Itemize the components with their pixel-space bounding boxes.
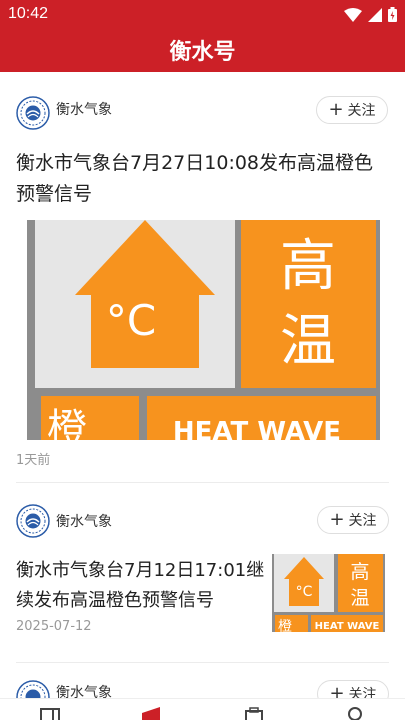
heat-warning-graphic: °C 高 温 橙 HEAT WAVE — [272, 554, 385, 632]
author-avatar[interactable] — [16, 680, 50, 700]
char-wen: 温 — [280, 309, 336, 374]
char-wen: 温 — [350, 587, 369, 609]
battery-icon — [388, 7, 397, 22]
publish-date: 2025-07-12 — [16, 619, 92, 634]
follow-button[interactable]: + 关注 — [316, 96, 388, 124]
char-gao: 高 — [280, 234, 336, 299]
status-time: 10:42 — [8, 5, 49, 22]
status-bar: 10:42 — [0, 0, 405, 30]
char-cheng: 橙 — [47, 406, 87, 440]
feed-card[interactable]: 衡水气象 + 关注 衡水市气象台7月12日17:01继续发布高温橙色预警信号 2… — [0, 484, 405, 664]
celsius-text: °C — [106, 296, 156, 345]
follow-label: 关注 — [348, 513, 377, 529]
celsius-text: °C — [296, 584, 313, 600]
publish-time: 1天前 — [16, 453, 51, 468]
author-avatar[interactable] — [16, 96, 50, 130]
char-gao: 高 — [350, 561, 369, 583]
plus-icon: + — [329, 509, 345, 530]
clipboard-icon[interactable] — [242, 707, 266, 720]
app-header: 10:42 衡水号 — [0, 0, 405, 72]
author-name[interactable]: 衡水气象 — [56, 99, 112, 119]
signal-icon — [368, 7, 382, 22]
char-cheng: 橙 — [278, 619, 292, 632]
author-avatar[interactable] — [16, 504, 50, 538]
heat-warning-graphic: °C 高 温 橙 HEAT WAVE — [27, 220, 380, 440]
plus-icon: + — [328, 99, 344, 120]
heat-wave-text: HEAT WAVE — [173, 417, 341, 440]
follow-button[interactable]: + 关注 — [317, 506, 389, 534]
feed-card[interactable]: 衡水气象 + 关注 衡水市气象台7月27日10:08发布高温橙色预警信号 °C … — [0, 72, 405, 484]
article-thumbnail[interactable]: °C 高 温 橙 HEAT WAVE — [272, 554, 385, 632]
divider — [16, 662, 389, 663]
follow-label: 关注 — [347, 103, 376, 119]
feed-card[interactable]: 衡水气象 + 关注 — [0, 664, 405, 700]
article-title[interactable]: 衡水市气象台7月12日17:01继续发布高温橙色预警信号 — [16, 556, 266, 616]
profile-icon[interactable] — [343, 707, 367, 720]
page-title: 衡水号 — [169, 40, 236, 65]
home-icon[interactable] — [38, 707, 62, 720]
bottom-navigation — [0, 698, 405, 720]
heat-wave-text: HEAT WAVE — [315, 621, 380, 632]
wifi-icon — [344, 7, 362, 22]
article-feed[interactable]: 衡水气象 + 关注 衡水市气象台7月27日10:08发布高温橙色预警信号 °C … — [0, 72, 405, 700]
divider — [16, 482, 389, 483]
status-icons — [344, 7, 397, 22]
article-image[interactable]: °C 高 温 橙 HEAT WAVE — [27, 220, 380, 440]
article-title[interactable]: 衡水市气象台7月27日10:08发布高温橙色预警信号 — [16, 148, 386, 210]
follow-button[interactable]: + 关注 — [317, 680, 389, 700]
flag-icon[interactable] — [140, 707, 164, 720]
author-name[interactable]: 衡水气象 — [56, 511, 112, 531]
